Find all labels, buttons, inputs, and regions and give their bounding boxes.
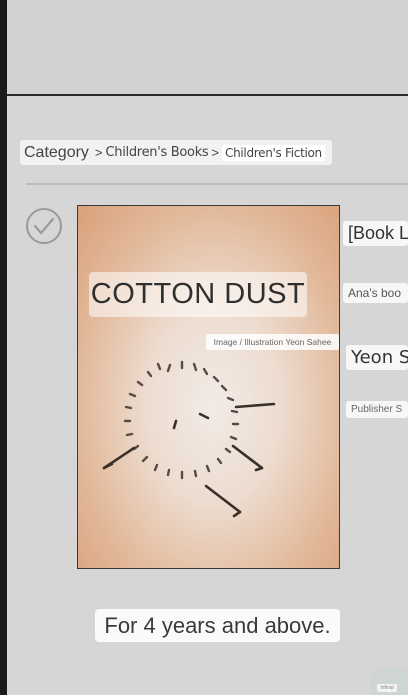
cover-illustrator-credit: Image / Illustration Yeon Sahee xyxy=(206,334,339,350)
breadcrumb-separator: > xyxy=(211,145,220,160)
breadcrumb: Category > Children's Books > Children's… xyxy=(20,140,332,165)
cotton-dust-character-illustration xyxy=(102,360,276,518)
publisher-info-label: Publisher S xyxy=(346,401,408,418)
checkmark-circle-icon[interactable] xyxy=(25,207,63,245)
breadcrumb-category[interactable]: Category xyxy=(24,144,89,162)
author-label[interactable]: Yeon Sa xyxy=(346,345,408,370)
divider xyxy=(26,183,408,185)
breadcrumb-separator: > xyxy=(94,145,103,160)
top-bar xyxy=(7,0,408,96)
breadcrumb-childrens-books[interactable]: Children's Books xyxy=(106,145,209,160)
book-cover[interactable]: COTTON DUST Image / Illustration Yeon Sa… xyxy=(77,205,340,569)
age-recommendation: For 4 years and above. xyxy=(95,609,340,642)
publisher-label[interactable]: Ana's boo xyxy=(343,283,408,303)
screen-bezel xyxy=(0,0,7,695)
watermark-text: Infinal xyxy=(377,684,397,692)
book-series-label: [Book L xyxy=(343,221,408,246)
breadcrumb-childrens-fiction[interactable]: Children's Fiction xyxy=(222,144,325,161)
cover-title: COTTON DUST xyxy=(89,272,307,317)
